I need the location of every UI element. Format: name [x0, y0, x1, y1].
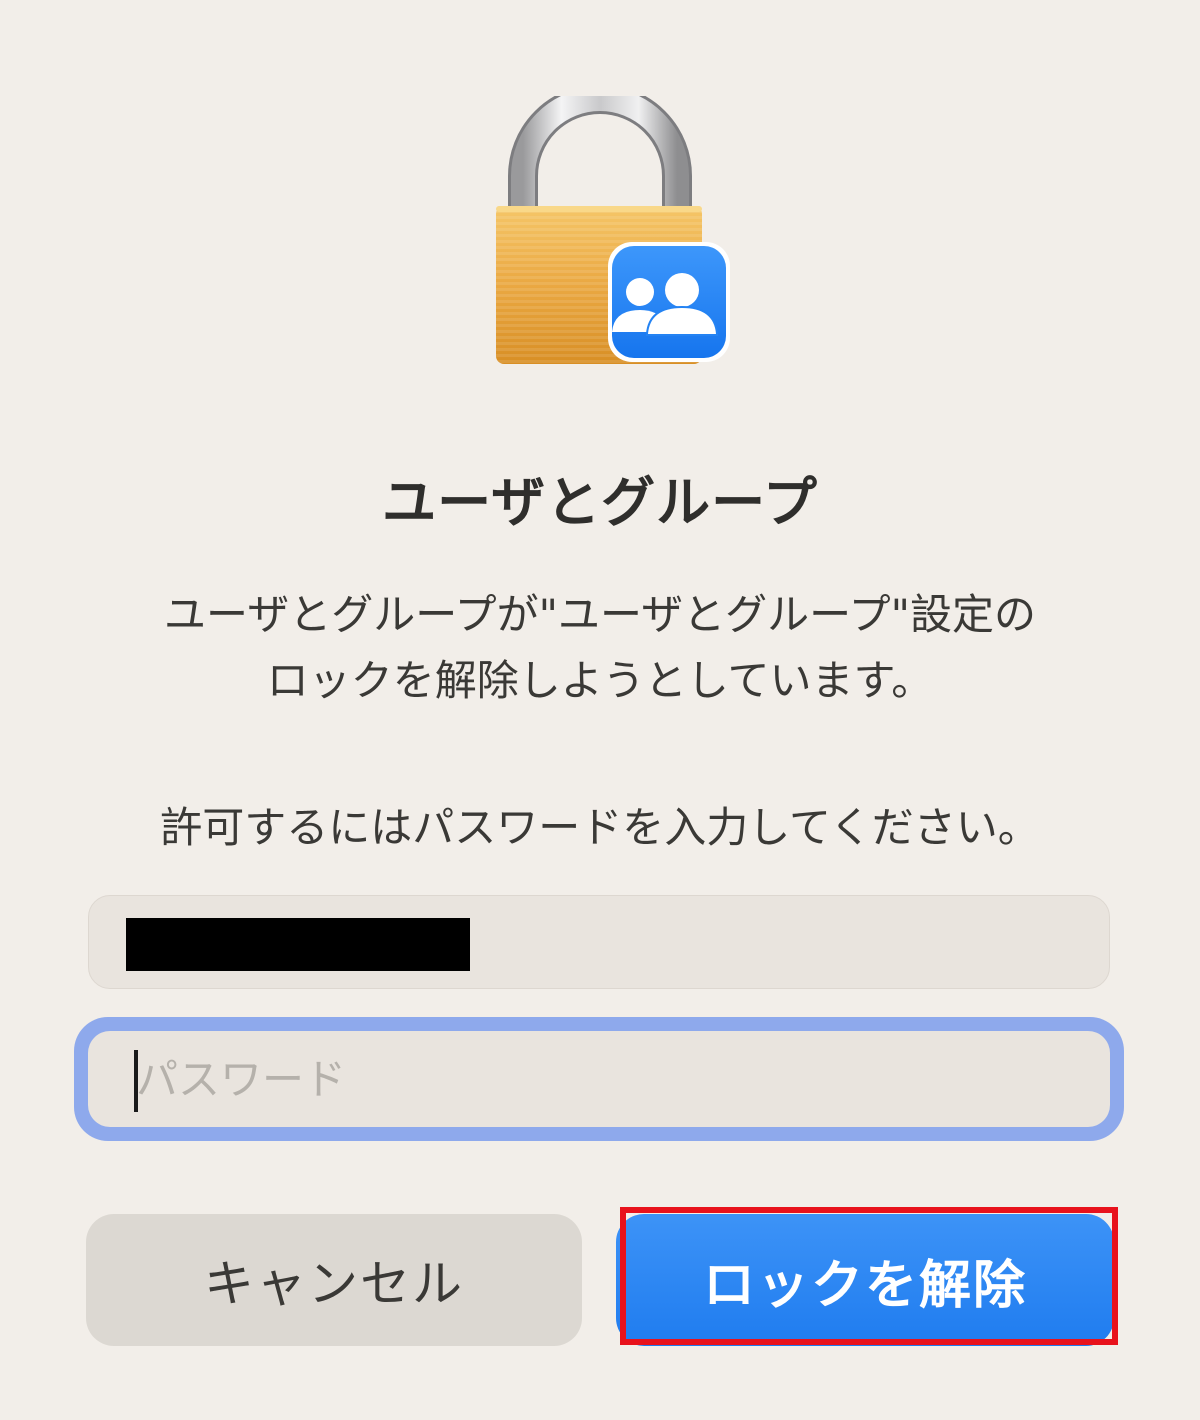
text-caret — [134, 1050, 138, 1112]
username-redaction — [126, 918, 470, 971]
dialog-title: ユーザとグループ — [382, 471, 818, 534]
dialog-message-line1: ユーザとグループが"ユーザとグループ"設定の — [164, 590, 1036, 639]
cancel-button[interactable]: キャンセル — [86, 1214, 582, 1346]
username-field[interactable] — [88, 895, 1110, 989]
lock-with-users-icon — [490, 96, 740, 376]
dialog-message: ユーザとグループが"ユーザとグループ"設定の ロックを解除しようとしています。 — [60, 582, 1140, 714]
auth-dialog: ユーザとグループ ユーザとグループが"ユーザとグループ"設定の ロックを解除しよ… — [0, 0, 1200, 1420]
unlock-button[interactable]: ロックを解除 — [616, 1214, 1114, 1346]
dialog-message-line2: ロックを解除しようとしています。 — [266, 656, 934, 705]
password-input[interactable] — [88, 1031, 1110, 1127]
password-prompt: 許可するにはパスワードを入力してください。 — [160, 803, 1040, 852]
